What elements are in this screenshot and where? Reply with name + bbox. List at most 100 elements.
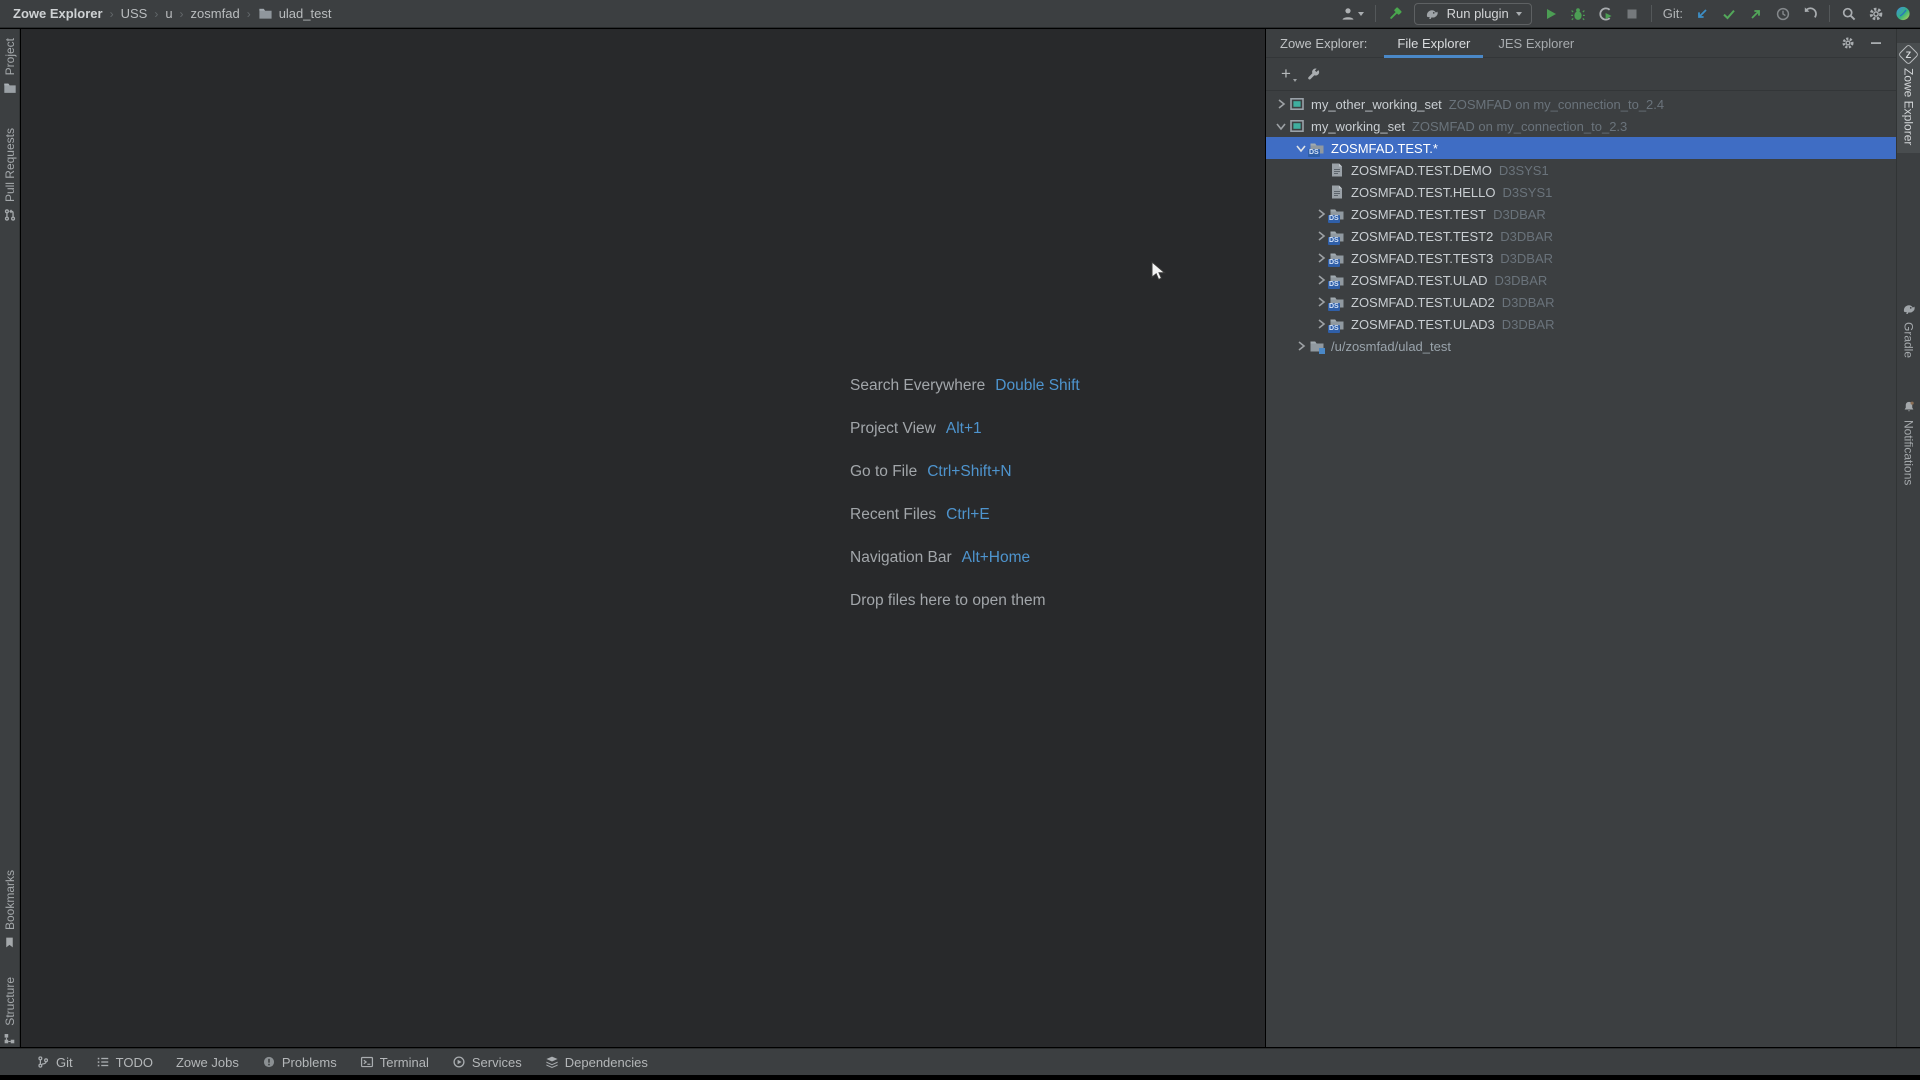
- top-toolbar: Zowe Explorer › USS › u › zosmfad › ulad…: [0, 0, 1920, 28]
- bottom-item-services[interactable]: Services: [452, 1055, 522, 1070]
- tree-item-label: ZOSMFAD.TEST.TEST: [1351, 207, 1486, 222]
- dataset-folder-icon: DS: [1329, 272, 1345, 288]
- left-tool-stripe: Project Pull Requests Bookmarks Structur…: [0, 29, 20, 1047]
- tree-item-label: ZOSMFAD.TEST.ULAD2: [1351, 295, 1495, 310]
- debug-button[interactable]: [1570, 6, 1586, 22]
- tab-file-explorer[interactable]: File Explorer: [1383, 29, 1484, 58]
- run-button[interactable]: [1543, 6, 1559, 22]
- tree-row-dataset-mask-selected[interactable]: DS ZOSMFAD.TEST.*: [1266, 137, 1896, 159]
- git-update-button[interactable]: [1694, 6, 1710, 22]
- breadcrumb-item-zosmfad[interactable]: zosmfad: [191, 6, 240, 21]
- undo-button[interactable]: [1802, 6, 1818, 22]
- history-clock-icon[interactable]: [1775, 6, 1791, 22]
- sidebar-item-notifications[interactable]: Notifications: [1897, 400, 1920, 485]
- hide-panel-icon[interactable]: [1870, 37, 1882, 49]
- bottom-item-label: Terminal: [380, 1055, 429, 1070]
- bottom-item-problems[interactable]: Problems: [262, 1055, 337, 1070]
- tree-item-qualifier: D3DBAR: [1493, 207, 1546, 222]
- chevron-right-icon[interactable]: [1272, 96, 1289, 112]
- bottom-item-label: TODO: [116, 1055, 153, 1070]
- panel-header-icons: [1841, 36, 1896, 50]
- chevron-right-icon[interactable]: [1312, 272, 1329, 288]
- right-tool-stripe: Z Zowe Explorer Gradle Notifications: [1896, 29, 1920, 1047]
- bottom-item-git[interactable]: Git: [36, 1055, 73, 1070]
- sidebar-item-bookmarks[interactable]: Bookmarks: [0, 870, 19, 949]
- tree-row-pds[interactable]: DS ZOSMFAD.TEST.ULAD D3DBAR: [1266, 269, 1896, 291]
- tree-row-member[interactable]: ZOSMFAD.TEST.DEMO D3SYS1: [1266, 159, 1896, 181]
- build-hammer-icon[interactable]: [1387, 6, 1403, 22]
- sidebar-item-zowe-explorer[interactable]: Z Zowe Explorer: [1897, 43, 1920, 153]
- add-button[interactable]: +: [1281, 66, 1291, 82]
- breadcrumb-item-uss[interactable]: USS: [121, 6, 148, 21]
- run-toolbar: Run plugin Git:: [1340, 3, 1920, 25]
- code-with-me-icon[interactable]: [1895, 6, 1911, 22]
- bottom-item-dependencies[interactable]: Dependencies: [545, 1055, 648, 1070]
- gear-icon[interactable]: [1841, 36, 1855, 50]
- stop-button[interactable]: [1624, 6, 1640, 22]
- panel-title: Zowe Explorer:: [1280, 36, 1367, 51]
- bottom-item-terminal[interactable]: Terminal: [360, 1055, 429, 1070]
- sidebar-item-structure[interactable]: Structure: [0, 977, 19, 1045]
- chevron-right-icon[interactable]: [1312, 316, 1329, 332]
- tree-item-qualifier: D3DBAR: [1502, 317, 1555, 332]
- tree-row-pds[interactable]: DS ZOSMFAD.TEST.TEST D3DBAR: [1266, 203, 1896, 225]
- user-account-button[interactable]: [1340, 6, 1364, 22]
- run-configuration-select[interactable]: Run plugin: [1414, 3, 1532, 25]
- breadcrumb-item-ulad-test[interactable]: ulad_test: [279, 6, 332, 21]
- bottom-item-zowe-jobs[interactable]: Zowe Jobs: [176, 1055, 239, 1070]
- breadcrumb-item-zowe-explorer[interactable]: Zowe Explorer: [13, 6, 103, 21]
- terminal-icon: [360, 1055, 374, 1069]
- tab-jes-explorer[interactable]: JES Explorer: [1484, 29, 1588, 58]
- zowe-explorer-stripe-label: Zowe Explorer: [1902, 68, 1916, 145]
- todo-list-icon: [96, 1055, 110, 1069]
- tree-row-working-set[interactable]: my_other_working_set ZOSMFAD on my_conne…: [1266, 93, 1896, 115]
- ds-badge: DS: [1308, 149, 1320, 157]
- tree-row-pds[interactable]: DS ZOSMFAD.TEST.TEST3 D3DBAR: [1266, 247, 1896, 269]
- git-push-button[interactable]: [1748, 6, 1764, 22]
- chevron-down-icon: [1516, 12, 1522, 16]
- chevron-down-icon[interactable]: [1272, 118, 1289, 134]
- toolbar-divider: [1375, 5, 1376, 22]
- dataset-file-icon: [1329, 184, 1345, 200]
- chevron-right-icon[interactable]: [1292, 338, 1309, 354]
- git-commit-button[interactable]: [1721, 6, 1737, 22]
- chevron-right-icon[interactable]: [1312, 250, 1329, 266]
- tree-item-label: ZOSMFAD.TEST.ULAD: [1351, 273, 1488, 288]
- tree-item-label: ZOSMFAD.TEST.TEST3: [1351, 251, 1493, 266]
- ds-badge: DS: [1328, 281, 1340, 289]
- tree-row-uss-path[interactable]: /u/zosmfad/ulad_test: [1266, 335, 1896, 357]
- folder-icon: [258, 6, 274, 22]
- dataset-folder-icon: DS: [1309, 140, 1325, 156]
- chevron-down-icon[interactable]: [1292, 140, 1309, 156]
- file-explorer-tree: my_other_working_set ZOSMFAD on my_conne…: [1266, 91, 1896, 357]
- settings-gear-icon[interactable]: [1868, 6, 1884, 22]
- breadcrumb-item-u[interactable]: u: [165, 6, 172, 21]
- tree-item-qualifier: ZOSMFAD on my_connection_to_2.4: [1449, 97, 1664, 112]
- bottom-item-todo[interactable]: TODO: [96, 1055, 153, 1070]
- tree-item-label: my_other_working_set: [1311, 97, 1442, 112]
- tree-row-pds[interactable]: DS ZOSMFAD.TEST.ULAD3 D3DBAR: [1266, 313, 1896, 335]
- search-icon[interactable]: [1841, 6, 1857, 22]
- dataset-folder-icon: DS: [1329, 316, 1345, 332]
- hint-shortcut: Ctrl+Shift+N: [927, 463, 1011, 481]
- tree-row-pds[interactable]: DS ZOSMFAD.TEST.ULAD2 D3DBAR: [1266, 291, 1896, 313]
- zowe-panel-header: Zowe Explorer: File Explorer JES Explore…: [1266, 29, 1896, 58]
- profiler-button[interactable]: [1597, 6, 1613, 22]
- wrench-settings-icon[interactable]: [1306, 67, 1321, 82]
- chevron-right-icon[interactable]: [1312, 228, 1329, 244]
- sidebar-item-pull-requests[interactable]: Pull Requests: [0, 128, 19, 222]
- tree-row-working-set[interactable]: my_working_set ZOSMFAD on my_connection_…: [1266, 115, 1896, 137]
- tree-item-label: ZOSMFAD.TEST.ULAD3: [1351, 317, 1495, 332]
- chevron-right-icon[interactable]: [1312, 294, 1329, 310]
- dataset-file-icon: [1329, 162, 1345, 178]
- working-set-icon: [1289, 96, 1305, 112]
- ds-badge: DS: [1328, 303, 1340, 311]
- sidebar-item-gradle[interactable]: Gradle: [1897, 301, 1920, 358]
- tree-row-pds[interactable]: DS ZOSMFAD.TEST.TEST2 D3DBAR: [1266, 225, 1896, 247]
- tree-row-member[interactable]: ZOSMFAD.TEST.HELLO D3SYS1: [1266, 181, 1896, 203]
- sidebar-item-project[interactable]: Project: [0, 38, 19, 95]
- hint-shortcut: Ctrl+E: [946, 506, 990, 524]
- project-folder-icon: [3, 81, 17, 95]
- working-set-icon: [1289, 118, 1305, 134]
- chevron-right-icon[interactable]: [1312, 206, 1329, 222]
